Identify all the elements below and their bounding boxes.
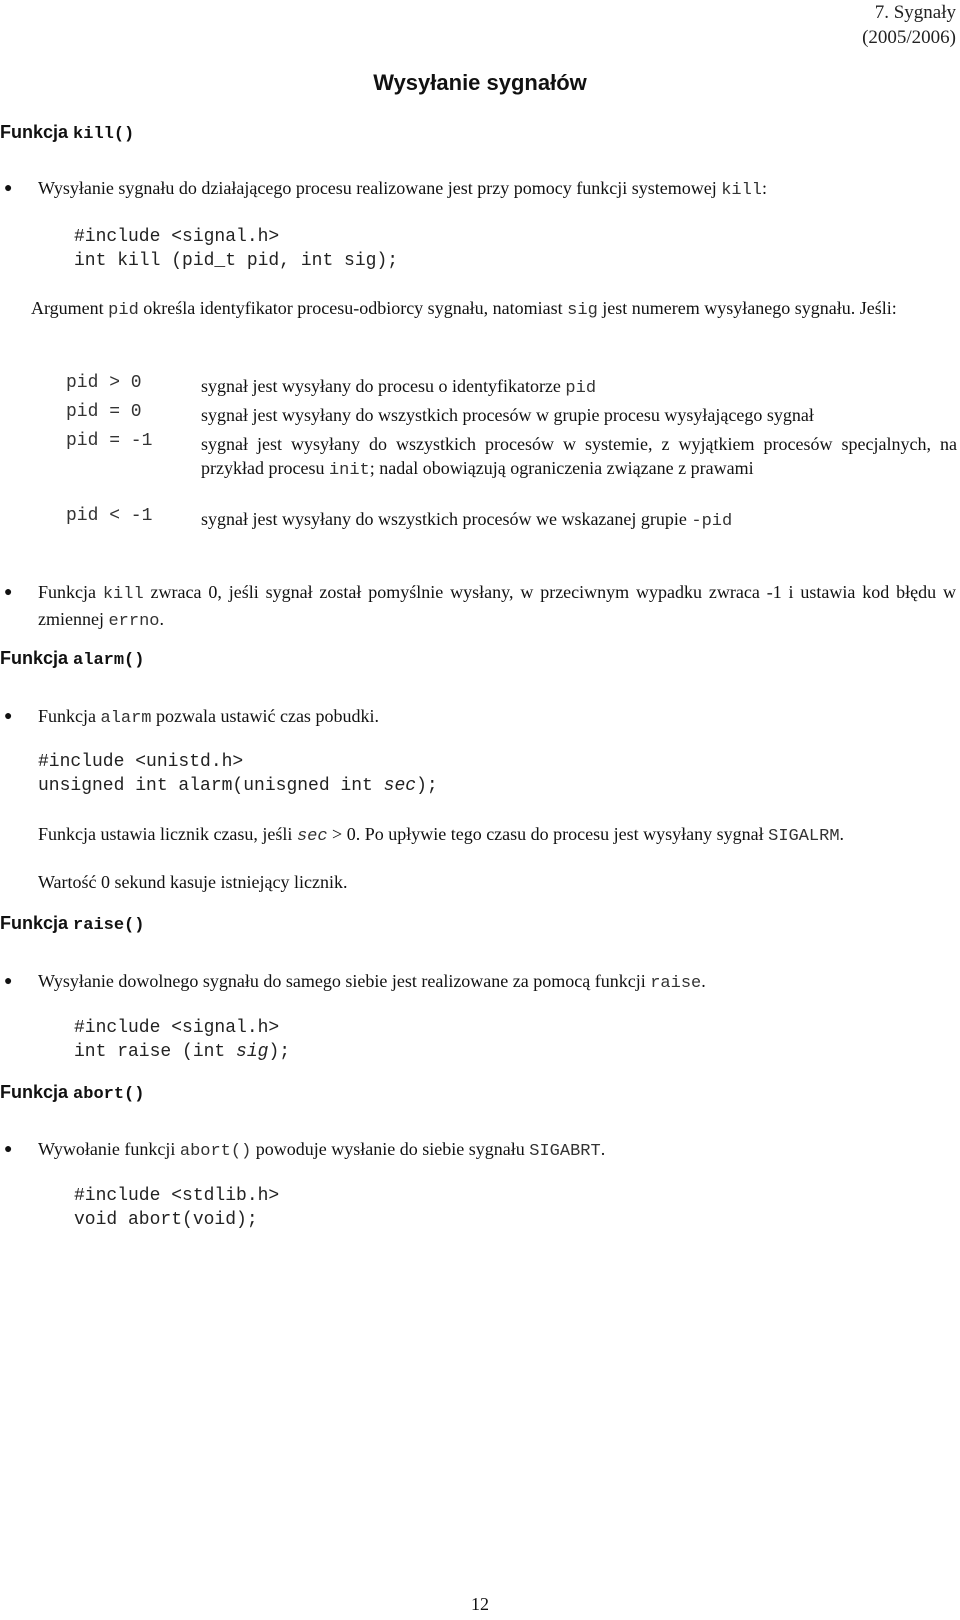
inline-code: abort() [179, 1142, 252, 1161]
inline-code: kill [721, 181, 763, 200]
inline-code: alarm [100, 709, 152, 728]
inline-code: SIGALRM [768, 827, 840, 846]
heading-code: kill() [73, 125, 135, 144]
bullet-icon: ● [4, 585, 13, 600]
text: jest numerem wysyłanego sygnału. Jeśli: [597, 298, 897, 318]
heading-prefix: Funkcja [0, 1082, 69, 1102]
code-line: void abort(void); [74, 1210, 258, 1230]
code-line: int raise (int sig); [74, 1040, 290, 1064]
text: Funkcja ustawia licznik czasu, jeśli [38, 824, 297, 844]
text: . [159, 609, 165, 629]
code-text: ); [416, 776, 438, 796]
bullet-icon: ● [4, 1142, 13, 1157]
page-title: Wysyłanie sygnałów [373, 70, 587, 95]
inline-code: kill [102, 585, 144, 604]
text: Argument [31, 298, 109, 318]
text: . [600, 1139, 606, 1159]
text: powoduje wysłanie do siebie sygnału [251, 1139, 530, 1159]
text: sygnał jest wysyłany do wszystkich proce… [201, 509, 692, 529]
inline-code: init [328, 461, 370, 480]
inline-code: errno [108, 612, 160, 631]
page-number: 12 [471, 1594, 489, 1614]
heading-kill: Funkcja kill() [0, 122, 134, 144]
code-line: #include <signal.h> [74, 1018, 280, 1038]
alarm-note: Wartość 0 sekund kasuje istniejący liczn… [38, 872, 348, 892]
kill-code-block: #include <signal.h> int kill (pid_t pid, … [74, 225, 398, 273]
kill-argument-paragraph: Argument pid określa identyfikator proce… [31, 296, 957, 323]
text: > 0. Po upływie tego czasu do procesu je… [327, 824, 769, 844]
code-param: sec [383, 776, 417, 796]
case-desc: sygnał jest wysyłany do procesu o identy… [201, 374, 957, 401]
text: . [839, 824, 845, 844]
kill-return-paragraph: Funkcja kill zwraca 0, jeśli sygnał zost… [38, 580, 956, 634]
page-header: 7. Sygnały (2005/2006) [862, 0, 956, 50]
heading-prefix: Funkcja [0, 122, 69, 142]
kill-intro: Wysyłanie sygnału do działającego proces… [38, 176, 958, 203]
code-line: #include <signal.h> [74, 227, 280, 247]
years-label: (2005/2006) [862, 27, 956, 48]
alarm-intro: Funkcja alarm pozwala ustawić czas pobud… [38, 704, 938, 731]
chapter-label: 7. Sygnały [874, 2, 956, 23]
inline-code: sec [296, 827, 328, 846]
case-key: pid = -1 [66, 431, 153, 451]
text: zwraca 0, jeśli sygnał został pomyślnie … [38, 582, 956, 629]
alarm-code-block: #include <unistd.h> unsigned int alarm(un… [38, 750, 438, 798]
heading-raise: Funkcja raise() [0, 913, 144, 935]
abort-code-block: #include <stdlib.h> void abort(void); [74, 1184, 279, 1232]
code-text: int raise (int [74, 1042, 237, 1062]
bullet-icon: ● [4, 974, 13, 989]
text: Funkcja [38, 706, 101, 726]
text: Wysyłanie dowolnego sygnału do samego si… [38, 971, 651, 991]
code-line: #include <unistd.h> [38, 752, 244, 772]
text: sygnał jest wysyłany do wszystkich proce… [201, 405, 814, 425]
heading-alarm: Funkcja alarm() [0, 648, 144, 670]
case-key: pid > 0 [66, 373, 142, 393]
text: Wywołanie funkcji [38, 1139, 180, 1159]
inline-code: raise [650, 974, 702, 993]
bullet-icon: ● [4, 181, 13, 196]
code-text: unsigned int alarm(unisgned int [38, 776, 384, 796]
heading-abort: Funkcja abort() [0, 1082, 144, 1104]
inline-code: pid [565, 379, 597, 398]
text: sygnał jest wysyłany do procesu o identy… [201, 376, 566, 396]
inline-code: sig [567, 301, 598, 320]
text: Funkcja [38, 582, 103, 602]
text: określa identyfikator procesu-odbiorcy s… [138, 298, 568, 318]
heading-prefix: Funkcja [0, 648, 69, 668]
abort-intro: Wywołanie funkcji abort() powoduje wysła… [38, 1137, 948, 1164]
case-desc: sygnał jest wysyłany do wszystkich proce… [201, 432, 957, 483]
inline-code: pid [108, 301, 139, 320]
text: . [701, 971, 706, 991]
inline-code: -pid [691, 512, 733, 531]
code-text: ); [268, 1042, 291, 1062]
code-line: unsigned int alarm(unisgned int sec); [38, 774, 438, 798]
alarm-description: Funkcja ustawia licznik czasu, jeśli sec… [38, 822, 956, 849]
text: Wysyłanie sygnału do działającego proces… [38, 178, 722, 198]
bullet-icon: ● [4, 709, 13, 724]
code-line: int kill (pid_t pid, int sig); [74, 251, 399, 271]
code-param: sig [236, 1042, 269, 1062]
code-line: #include <stdlib.h> [74, 1186, 280, 1206]
raise-intro: Wysyłanie dowolnego sygnału do samego si… [38, 969, 948, 996]
case-desc: sygnał jest wysyłany do wszystkich proce… [201, 507, 957, 534]
inline-code: SIGABRT [529, 1142, 601, 1161]
case-desc: sygnał jest wysyłany do wszystkich proce… [201, 403, 957, 427]
text: pozwala ustawić czas pobudki. [151, 706, 379, 726]
case-key: pid = 0 [66, 402, 142, 422]
heading-code: abort() [73, 1085, 145, 1104]
heading-prefix: Funkcja [0, 913, 69, 933]
text: : [762, 178, 768, 198]
text: ; nadal obowiązują ograniczenia związane… [369, 458, 754, 478]
heading-code: alarm() [73, 651, 145, 670]
raise-code-block: #include <signal.h> int raise (int sig); [74, 1016, 290, 1064]
case-key: pid < -1 [66, 506, 153, 526]
heading-code: raise() [73, 916, 145, 935]
